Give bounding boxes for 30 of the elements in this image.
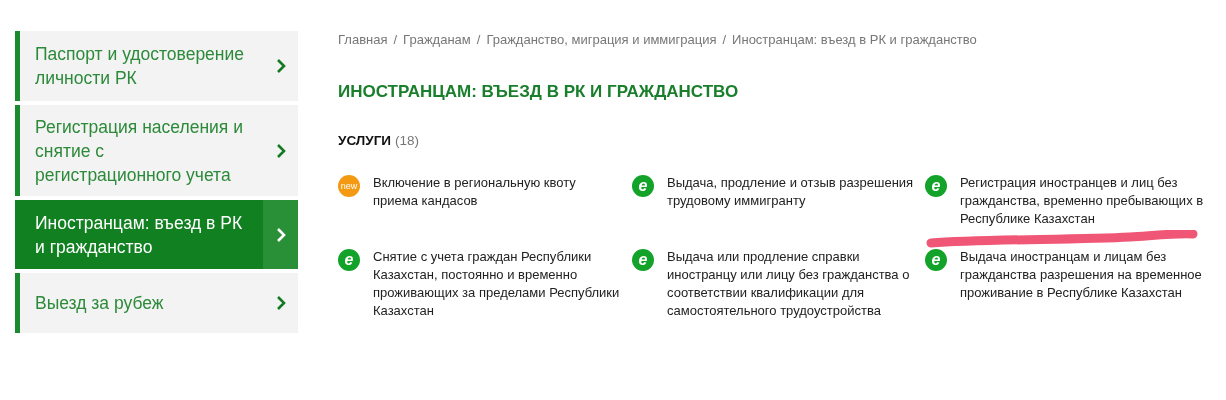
chevron-icon (275, 58, 286, 74)
service-link[interactable]: Включение в региональную квоту приема кандасов (373, 174, 623, 210)
breadcrumb-link[interactable]: Гражданам (403, 32, 471, 47)
breadcrumb-link[interactable]: Иностранцам: въезд в РК и гражданство (732, 32, 977, 47)
chevron-icon (275, 142, 286, 159)
sidebar-item[interactable]: Регистрация населения и снятие с регистрационного учета (15, 105, 298, 196)
chevron-icon (275, 295, 286, 311)
service-count: (18) (395, 133, 420, 148)
section-heading: УСЛУГИ (338, 133, 392, 148)
sidebar-item[interactable]: Паспорт и удостоверение личности РК (15, 31, 298, 101)
breadcrumb-link[interactable]: Гражданство, миграция и иммиграция (486, 32, 717, 47)
breadcrumb-link[interactable]: Главная (338, 32, 388, 47)
e-service-badge: e (632, 175, 654, 197)
service-link[interactable]: Выдача, продление и отзыв разрешения трудовому иммигранту (667, 174, 917, 210)
breadcrumb-separator: / (393, 32, 398, 47)
service-link[interactable]: Выдача или продление справки иностранцу или лицу без гражданства о соответствии квалификации для самостоятельного трудоустройства (667, 248, 917, 320)
chevron-icon (275, 226, 286, 243)
page-title: ИНОСТРАНЦАМ: ВЪЕЗД В РК И ГРАЖДАНСТВО (338, 81, 740, 103)
service-link[interactable]: Регистрация иностранцев и лиц без гражданства, временно пребывающих в Республике Казахстан (960, 174, 1210, 228)
breadcrumb-separator: / (722, 32, 727, 47)
e-service-badge: e (632, 249, 654, 271)
service-link[interactable]: Выдача иностранцам и лицам без гражданства разрешения на временное проживание в Республике Казахстан (960, 248, 1210, 302)
new-badge: new (338, 175, 360, 197)
sidebar-item[interactable]: Выезд за рубеж (15, 273, 298, 333)
breadcrumb-separator: / (476, 32, 481, 47)
sidebar-item[interactable]: Иностранцам: въезд в РК и гражданство (15, 200, 298, 269)
e-service-badge: e (338, 249, 360, 271)
service-link[interactable]: Снятие с учета граждан Республики Казахстан, постоянно и временно проживающих за пределами Республики Казахстан (373, 248, 623, 320)
e-service-badge: e (925, 175, 947, 197)
e-service-badge: e (925, 249, 947, 271)
